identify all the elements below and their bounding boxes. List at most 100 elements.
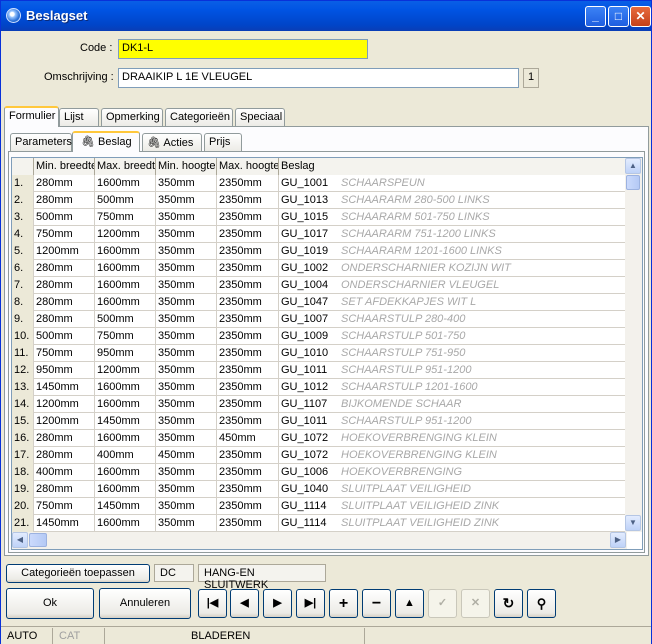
- cell-max-breedte[interactable]: 950mm: [95, 345, 156, 362]
- cell-beslag-code[interactable]: GU_1011: [279, 362, 337, 379]
- cell-min-breedte[interactable]: 1450mm: [34, 379, 95, 396]
- cell-max-breedte[interactable]: 1600mm: [95, 260, 156, 277]
- cell-beslag-omschrijving[interactable]: SLUITPLAAT VEILIGHEID ZINK: [337, 498, 632, 515]
- table-row[interactable]: 13. 1450mm 1600mm 350mm 2350mm GU_1012 SCHAARS…: [12, 379, 632, 396]
- cell-max-breedte[interactable]: 1600mm: [95, 175, 156, 192]
- beslag-grid[interactable]: Min. breedte Max. breedte Min. hoogte Ma…: [11, 157, 643, 550]
- cell-max-breedte[interactable]: 1200mm: [95, 226, 156, 243]
- cell-beslag-omschrijving[interactable]: SCHAARARM 501-750 LINKS: [337, 209, 632, 226]
- cell-min-breedte[interactable]: 1200mm: [34, 396, 95, 413]
- cell-beslag-code[interactable]: GU_1019: [279, 243, 337, 260]
- cell-beslag-omschrijving[interactable]: SCHAARSTULP 1201-1600: [337, 379, 632, 396]
- cell-min-breedte[interactable]: 500mm: [34, 328, 95, 345]
- table-row[interactable]: 9. 280mm 500mm 350mm 2350mm GU_1007 SCHAARSTUL…: [12, 311, 632, 328]
- cell-min-breedte[interactable]: 280mm: [34, 447, 95, 464]
- cell-rownum[interactable]: 10.: [12, 328, 34, 345]
- tab-categorieen[interactable]: Categorieën: [165, 108, 233, 126]
- discard-record-button[interactable]: ✕: [461, 589, 490, 618]
- cell-min-breedte[interactable]: 750mm: [34, 226, 95, 243]
- cell-min-breedte[interactable]: 280mm: [34, 430, 95, 447]
- cell-max-hoogte[interactable]: 2350mm: [217, 192, 279, 209]
- cell-min-breedte[interactable]: 280mm: [34, 260, 95, 277]
- cell-max-breedte[interactable]: 500mm: [95, 311, 156, 328]
- header-min-hoogte[interactable]: Min. hoogte: [156, 158, 217, 175]
- tab-parameters[interactable]: Parameters: [10, 133, 72, 151]
- cell-rownum[interactable]: 19.: [12, 481, 34, 498]
- cell-beslag-omschrijving[interactable]: ONDERSCHARNIER VLEUGEL: [337, 277, 632, 294]
- cell-rownum[interactable]: 3.: [12, 209, 34, 226]
- table-row[interactable]: 19. 280mm 1600mm 350mm 2350mm GU_1040 SLUITPLA…: [12, 481, 632, 498]
- cell-max-breedte[interactable]: 1600mm: [95, 396, 156, 413]
- table-row[interactable]: 14. 1200mm 1600mm 350mm 2350mm GU_1107 BIJKOME…: [12, 396, 632, 413]
- cell-min-breedte[interactable]: 1200mm: [34, 413, 95, 430]
- cell-max-hoogte[interactable]: 2350mm: [217, 481, 279, 498]
- cell-beslag-code[interactable]: GU_1017: [279, 226, 337, 243]
- cell-max-breedte[interactable]: 1600mm: [95, 277, 156, 294]
- cell-max-hoogte[interactable]: 2350mm: [217, 379, 279, 396]
- cell-beslag-code[interactable]: GU_1011: [279, 413, 337, 430]
- cell-rownum[interactable]: 17.: [12, 447, 34, 464]
- cell-max-breedte[interactable]: 1600mm: [95, 515, 156, 532]
- cell-beslag-omschrijving[interactable]: SCHAARSTULP 951-1200: [337, 362, 632, 379]
- refresh-button[interactable]: ↻: [494, 589, 523, 618]
- cell-rownum[interactable]: 9.: [12, 311, 34, 328]
- table-row[interactable]: 3. 500mm 750mm 350mm 2350mm GU_1015 SCHAARARM …: [12, 209, 632, 226]
- cell-max-breedte[interactable]: 1450mm: [95, 498, 156, 515]
- cell-max-hoogte[interactable]: 2350mm: [217, 498, 279, 515]
- cell-rownum[interactable]: 4.: [12, 226, 34, 243]
- cell-min-hoogte[interactable]: 350mm: [156, 192, 217, 209]
- cell-beslag-omschrijving[interactable]: HOEKOVERBRENGING KLEIN: [337, 430, 632, 447]
- cell-min-breedte[interactable]: 280mm: [34, 277, 95, 294]
- close-button[interactable]: ✕: [630, 6, 651, 27]
- cell-beslag-code[interactable]: GU_1006: [279, 464, 337, 481]
- tab-prijs[interactable]: Prijs: [204, 133, 242, 151]
- title-bar[interactable]: Beslagset _ □ ✕: [1, 1, 651, 31]
- cell-min-hoogte[interactable]: 350mm: [156, 515, 217, 532]
- table-row[interactable]: 2. 280mm 500mm 350mm 2350mm GU_1013 SCHAARARM …: [12, 192, 632, 209]
- cell-max-hoogte[interactable]: 2350mm: [217, 447, 279, 464]
- scroll-right-button[interactable]: ▶: [610, 532, 626, 548]
- cell-min-hoogte[interactable]: 350mm: [156, 413, 217, 430]
- cell-rownum[interactable]: 5.: [12, 243, 34, 260]
- cell-min-hoogte[interactable]: 350mm: [156, 209, 217, 226]
- cancel-button[interactable]: Annuleren: [99, 588, 191, 619]
- header-beslag[interactable]: Beslag: [279, 158, 632, 175]
- cell-beslag-omschrijving[interactable]: SCHAARARM 280-500 LINKS: [337, 192, 632, 209]
- cell-min-breedte[interactable]: 280mm: [34, 192, 95, 209]
- cell-beslag-code[interactable]: GU_1009: [279, 328, 337, 345]
- table-row[interactable]: 18. 400mm 1600mm 350mm 2350mm GU_1006 HOEKOVER…: [12, 464, 632, 481]
- table-row[interactable]: 11. 750mm 950mm 350mm 2350mm GU_1010 SCHAARSTU…: [12, 345, 632, 362]
- cell-beslag-omschrijving[interactable]: SCHAARSTULP 501-750: [337, 328, 632, 345]
- cell-rownum[interactable]: 21.: [12, 515, 34, 532]
- scroll-up-button[interactable]: ▲: [625, 158, 641, 174]
- cell-min-hoogte[interactable]: 350mm: [156, 328, 217, 345]
- cell-min-hoogte[interactable]: 350mm: [156, 277, 217, 294]
- confirm-record-button[interactable]: ✓: [428, 589, 457, 618]
- cell-min-hoogte[interactable]: 350mm: [156, 498, 217, 515]
- cell-rownum[interactable]: 14.: [12, 396, 34, 413]
- cell-max-breedte[interactable]: 1600mm: [95, 243, 156, 260]
- scroll-left-button[interactable]: ◀: [12, 532, 28, 548]
- previous-record-button[interactable]: ◀: [230, 589, 259, 618]
- cell-beslag-omschrijving[interactable]: HOEKOVERBRENGING KLEIN: [337, 447, 632, 464]
- cell-min-breedte[interactable]: 280mm: [34, 294, 95, 311]
- cell-beslag-code[interactable]: GU_1001: [279, 175, 337, 192]
- cell-min-breedte[interactable]: 1200mm: [34, 243, 95, 260]
- maximize-button[interactable]: □: [608, 6, 629, 27]
- table-row[interactable]: 10. 500mm 750mm 350mm 2350mm GU_1009 SCHAARSTU…: [12, 328, 632, 345]
- cell-rownum[interactable]: 15.: [12, 413, 34, 430]
- table-row[interactable]: 6. 280mm 1600mm 350mm 2350mm GU_1002 ONDERSCHA…: [12, 260, 632, 277]
- cell-max-hoogte[interactable]: 2350mm: [217, 396, 279, 413]
- tab-formulier[interactable]: Formulier: [4, 106, 59, 127]
- cell-min-hoogte[interactable]: 350mm: [156, 226, 217, 243]
- cell-rownum[interactable]: 1.: [12, 175, 34, 192]
- table-row[interactable]: 1. 280mm 1600mm 350mm 2350mm GU_1001 SCHAARSPE…: [12, 175, 632, 192]
- table-row[interactable]: 7. 280mm 1600mm 350mm 2350mm GU_1004 ONDERSCHA…: [12, 277, 632, 294]
- cell-beslag-omschrijving[interactable]: SCHAARSTULP 751-950: [337, 345, 632, 362]
- search-button[interactable]: ⚲: [527, 589, 556, 618]
- cell-beslag-code[interactable]: GU_1004: [279, 277, 337, 294]
- cell-max-breedte[interactable]: 1600mm: [95, 464, 156, 481]
- header-max-hoogte[interactable]: Max. hoogte: [217, 158, 279, 175]
- cell-beslag-omschrijving[interactable]: HOEKOVERBRENGING: [337, 464, 632, 481]
- cell-beslag-code[interactable]: GU_1010: [279, 345, 337, 362]
